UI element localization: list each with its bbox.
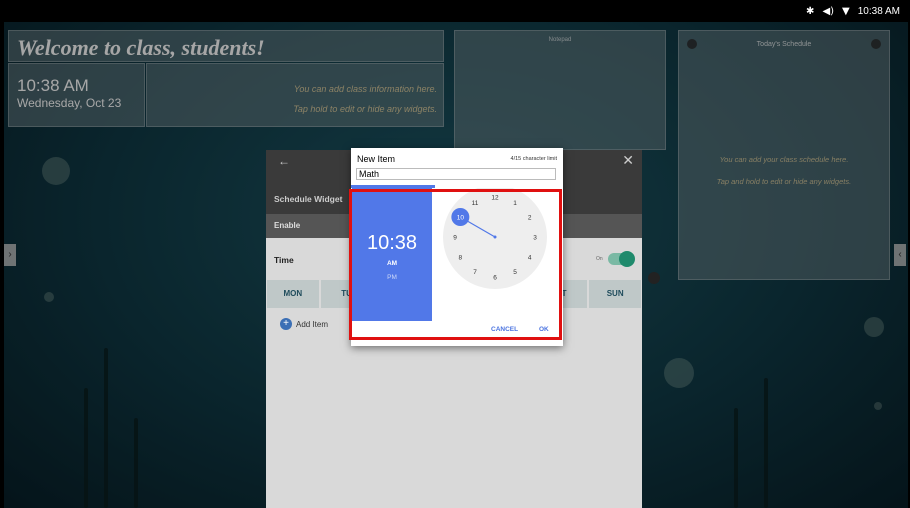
status-bar: ✱ ◀) ▼ 10:38 AM bbox=[0, 0, 910, 22]
back-arrow-icon[interactable]: ← bbox=[278, 154, 290, 168]
enable-label: Enable bbox=[274, 221, 301, 230]
day-mon[interactable]: MON bbox=[267, 280, 319, 308]
edit-icon[interactable] bbox=[648, 272, 660, 284]
add-item-button[interactable]: + Add Item bbox=[280, 318, 328, 330]
item-name-input[interactable]: Math bbox=[356, 168, 556, 180]
toggle-label: On bbox=[596, 256, 603, 262]
volume-icon: ◀) bbox=[822, 5, 835, 17]
bluetooth-icon: ✱ bbox=[806, 5, 815, 17]
highlight-box bbox=[349, 189, 562, 340]
plus-icon: + bbox=[280, 318, 292, 330]
dialog-title: New Item bbox=[357, 154, 396, 164]
panel-title: Schedule Widget bbox=[274, 194, 343, 204]
add-item-label: Add Item bbox=[296, 319, 329, 329]
day-sun[interactable]: SUN bbox=[589, 280, 642, 308]
time-label: Time bbox=[274, 255, 294, 265]
status-time: 10:38 AM bbox=[857, 5, 900, 17]
classroom-screen: Welcome to class, students! 10:38 AM Wed… bbox=[4, 22, 908, 508]
wifi-icon: ▼ bbox=[842, 5, 850, 17]
time-toggle[interactable] bbox=[608, 251, 635, 267]
close-icon[interactable]: ✕ bbox=[622, 152, 634, 169]
character-limit: 4/15 character limit bbox=[510, 156, 557, 162]
